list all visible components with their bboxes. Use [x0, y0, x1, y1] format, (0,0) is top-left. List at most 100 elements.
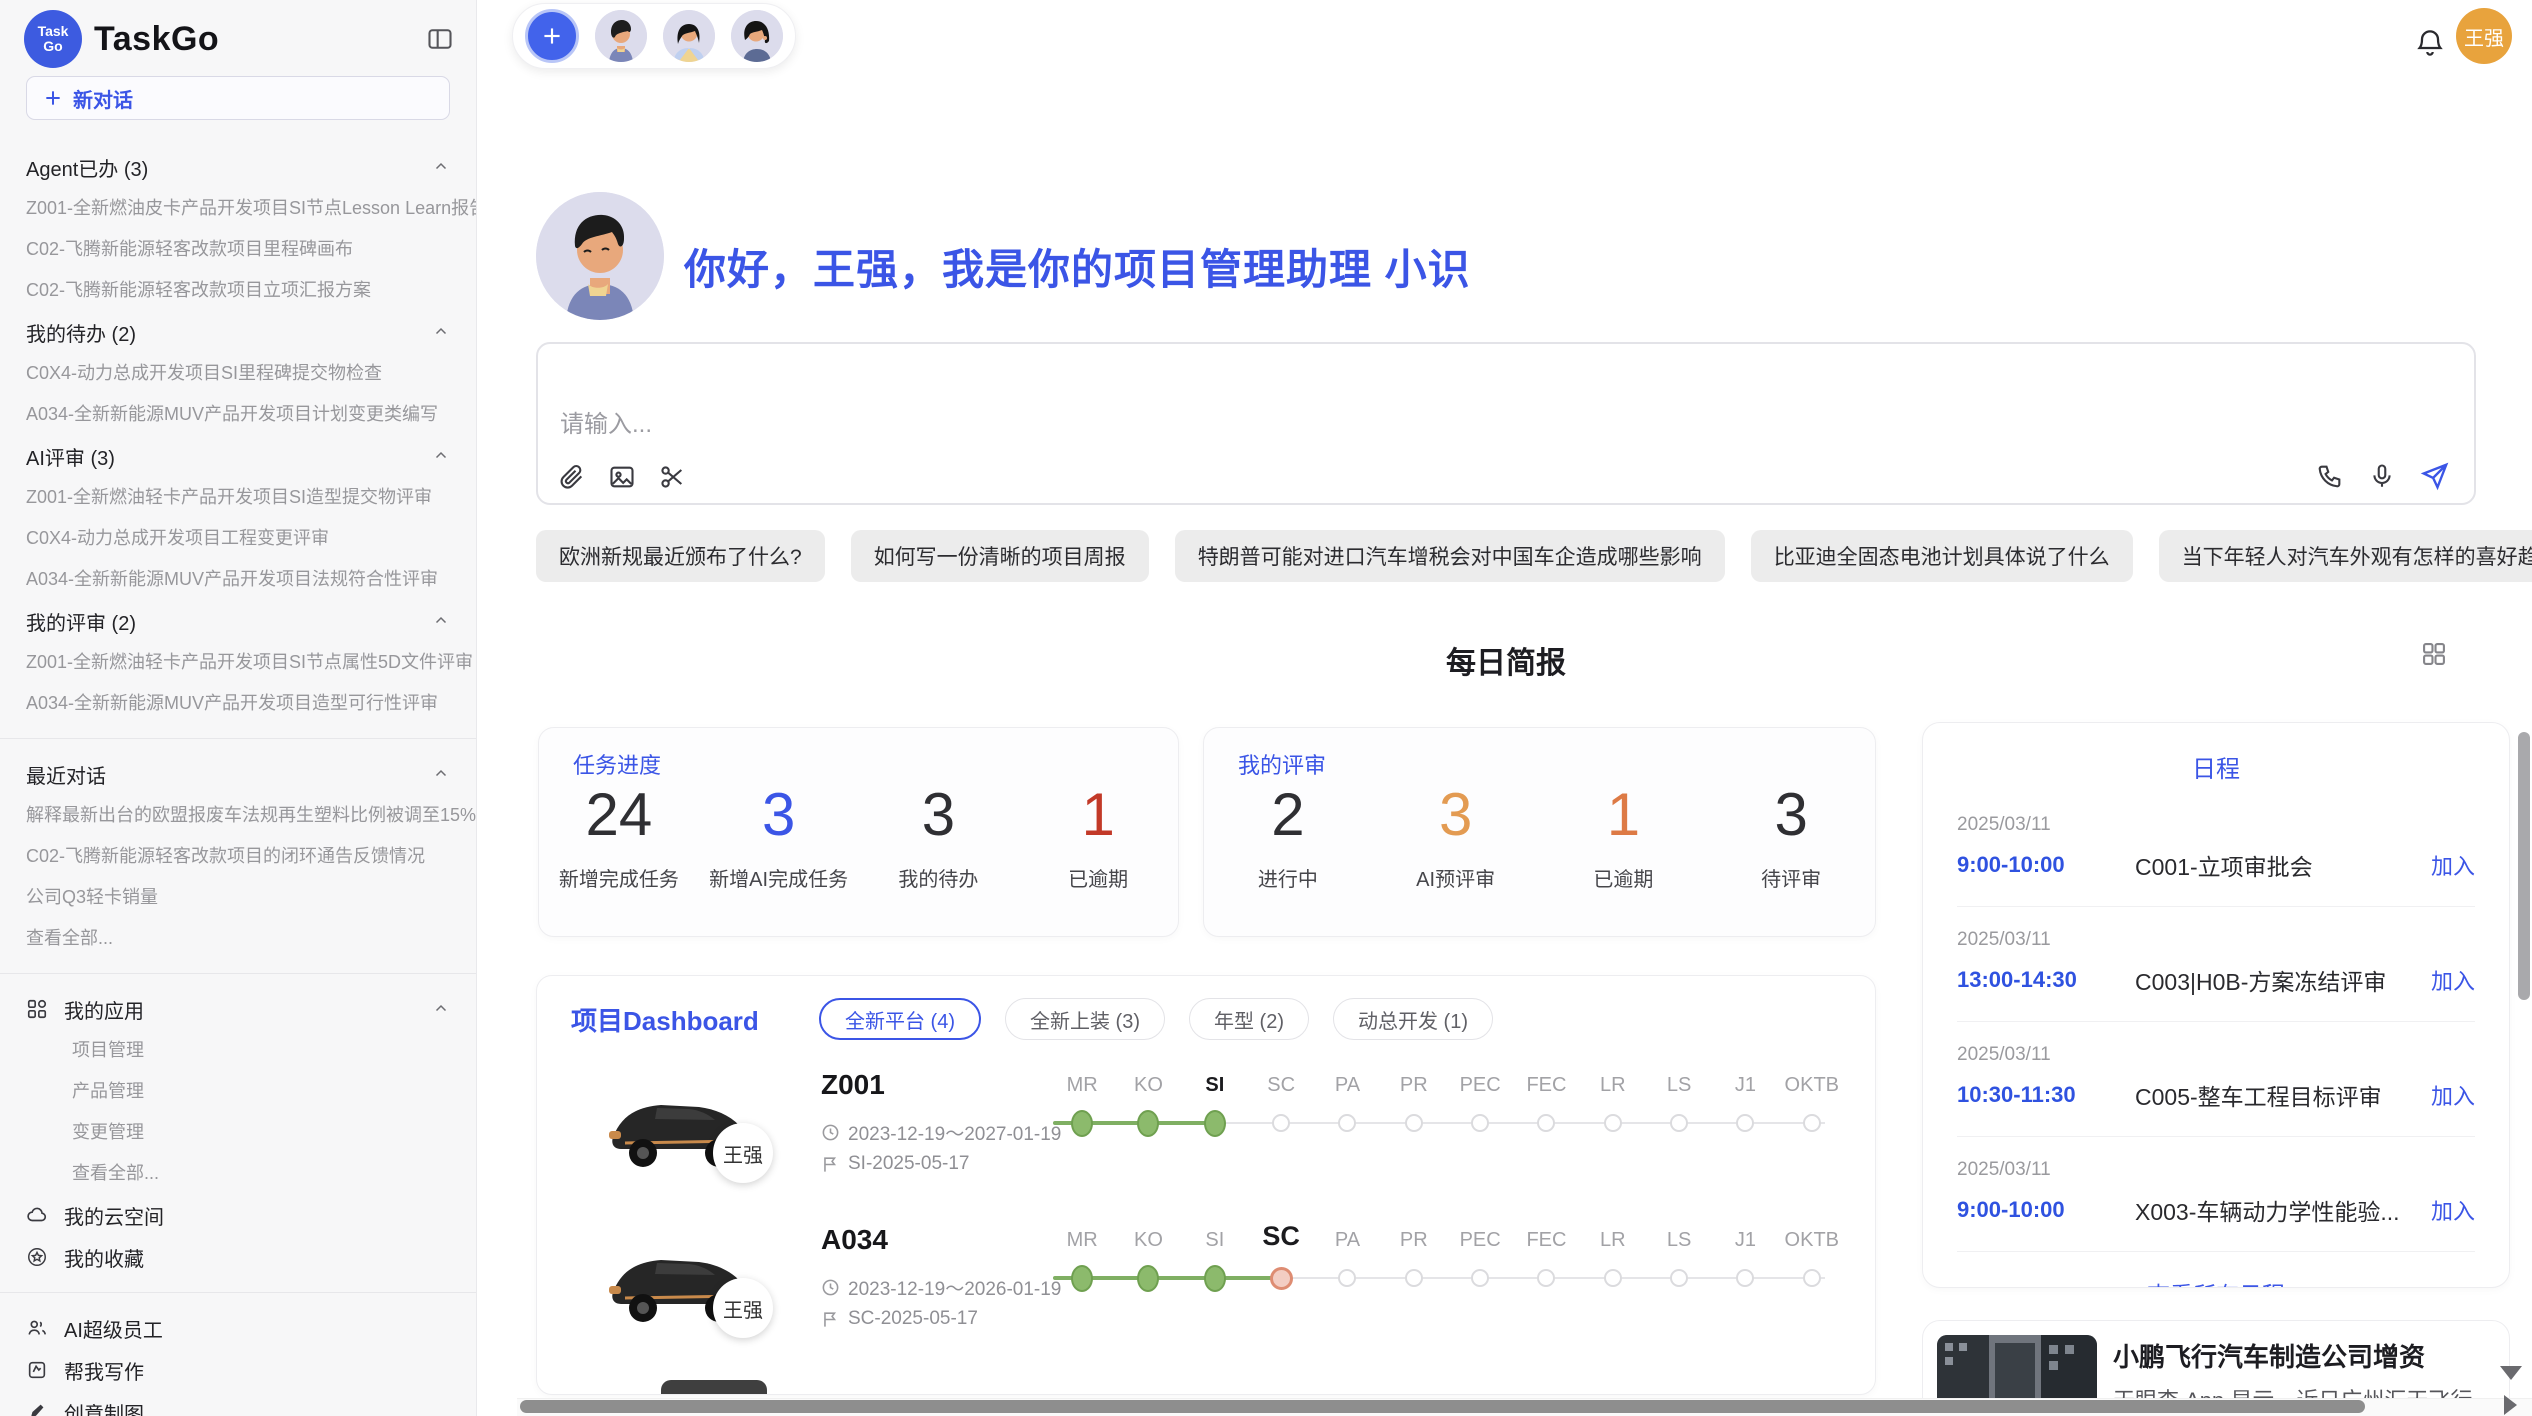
- chat-input[interactable]: 请输入...: [536, 342, 2476, 505]
- project-owner-badge: 王强: [713, 1123, 773, 1183]
- sidebar-item[interactable]: C0X4-动力总成开发项目SI里程碑提交物检查: [0, 353, 476, 394]
- sidebar-item[interactable]: A034-全新新能源MUV产品开发项目造型可行性评审: [0, 683, 476, 724]
- app-link[interactable]: 变更管理: [0, 1112, 476, 1153]
- app-link[interactable]: 产品管理: [0, 1071, 476, 1112]
- microphone-icon[interactable]: [2368, 462, 2396, 490]
- project-flag-date: SI-2025-05-17: [821, 1153, 969, 1175]
- horizontal-scrollbar-thumb[interactable]: [520, 1400, 2365, 1413]
- chevron-up-icon: [432, 323, 450, 341]
- milestone-node: [1670, 1114, 1688, 1132]
- dashboard-tab[interactable]: 全新平台 (4): [819, 998, 981, 1040]
- join-link[interactable]: 加入: [2431, 1194, 2475, 1226]
- suggestion-chip[interactable]: 特朗普可能对进口汽车增税会对中国车企造成哪些影响: [1175, 530, 1725, 582]
- sidebar-item[interactable]: C0X4-动力总成开发项目工程变更评审: [0, 518, 476, 559]
- new-chat-button[interactable]: 新对话: [26, 76, 450, 120]
- event-date: 2025/03/11: [1957, 929, 2475, 951]
- event-date: 2025/03/11: [1957, 814, 2475, 836]
- schedule-event[interactable]: 2025/03/11 9:00-10:00 X003-车辆动力学性能验... 加…: [1957, 1137, 2475, 1252]
- sidebar-item[interactable]: C02-飞腾新能源轻客改款项目里程碑画布: [0, 229, 476, 270]
- clock-icon: [821, 1278, 840, 1297]
- stat-label: 我的待办: [898, 863, 978, 892]
- join-link[interactable]: 加入: [2431, 1079, 2475, 1111]
- collapse-sidebar-icon[interactable]: [426, 25, 454, 53]
- sidebar-item[interactable]: Z001-全新燃油轻卡产品开发项目SI节点属性5D文件评审: [0, 642, 476, 683]
- sidebar-section-ai-review[interactable]: AI评审 (3): [0, 435, 476, 477]
- milestone-node: [1071, 1110, 1093, 1137]
- schedule-event[interactable]: 2025/03/11 9:00-10:00 C001-立项审批会 加入: [1957, 792, 2475, 907]
- milestone-label: FEC: [1513, 1063, 1579, 1101]
- recent-chat-item[interactable]: 查看全部...: [0, 918, 476, 959]
- image-icon[interactable]: [608, 463, 636, 491]
- scissors-icon[interactable]: [658, 463, 686, 491]
- sidebar-item[interactable]: Z001-全新燃油轻卡产品开发项目SI造型提交物评审: [0, 477, 476, 518]
- suggestion-chip[interactable]: 欧洲新规最近颁布了什么?: [536, 530, 825, 582]
- agent-avatar-1[interactable]: [595, 10, 647, 62]
- sidebar-ai-staff[interactable]: AI超级员工: [0, 1307, 476, 1349]
- app-title: TaskGo: [94, 20, 426, 59]
- recent-chat-item[interactable]: 公司Q3轻卡销量: [0, 877, 476, 918]
- sidebar-section-recent[interactable]: 最近对话: [0, 753, 476, 795]
- vertical-scrollbar-thumb[interactable]: [2518, 732, 2530, 1000]
- add-agent-button[interactable]: [525, 9, 579, 63]
- view-all-schedule-link[interactable]: 查看所有日程: [1923, 1276, 2509, 1288]
- sidebar-help-write[interactable]: 帮我写作: [0, 1349, 476, 1391]
- write-icon: [26, 1359, 48, 1381]
- sidebar-section-my-review[interactable]: 我的评审 (2): [0, 600, 476, 642]
- dashboard-title: 项目Dashboard: [571, 1001, 819, 1038]
- stat-label: 已逾期: [1593, 863, 1653, 892]
- app-link[interactable]: 查看全部...: [0, 1153, 476, 1194]
- suggestion-chip[interactable]: 当下年轻人对汽车外观有怎样的喜好趋势: [2159, 530, 2532, 582]
- project-row[interactable]: 王强 Z001 2023-12-19～2027-01-19 SI-2025-05…: [537, 1061, 1876, 1211]
- project-code: A034: [821, 1224, 888, 1256]
- paperclip-icon[interactable]: [558, 463, 586, 491]
- send-icon[interactable]: [2420, 461, 2450, 491]
- schedule-event[interactable]: 2025/03/11 13:00-14:30 C003|H0B-方案冻结评审 加…: [1957, 907, 2475, 1022]
- recent-chat-item[interactable]: 解释最新出台的欧盟报废车法规再生塑料比例被调至15%...: [0, 795, 476, 836]
- scroll-down-arrow[interactable]: [2500, 1366, 2522, 1380]
- join-link[interactable]: 加入: [2431, 849, 2475, 881]
- event-date: 2025/03/11: [1957, 1159, 2475, 1181]
- project-row[interactable]: 王强 A034 2023-12-19～2026-01-19 SC-2025-05…: [537, 1216, 1876, 1366]
- milestone-node: [1537, 1269, 1555, 1287]
- schedule-event[interactable]: 2025/03/11 10:30-11:30 C005-整车工程目标评审 加入: [1957, 1022, 2475, 1137]
- stat: 1 已逾期: [1018, 780, 1178, 892]
- milestone-label: LR: [1580, 1063, 1646, 1101]
- sidebar-favorites[interactable]: 我的收藏: [0, 1236, 476, 1278]
- stat-value: 1: [1081, 780, 1114, 849]
- agent-avatar-3[interactable]: [731, 10, 783, 62]
- agent-avatar-2[interactable]: [663, 10, 715, 62]
- recent-chat-item[interactable]: C02-飞腾新能源轻客改款项目的闭环通告反馈情况: [0, 836, 476, 877]
- scroll-right-arrow[interactable]: [2504, 1395, 2517, 1415]
- suggestion-chip[interactable]: 比亚迪全固态电池计划具体说了什么: [1751, 530, 2133, 582]
- sidebar-creative-draw[interactable]: 创意制图: [0, 1391, 476, 1416]
- layout-grid-icon[interactable]: [2420, 640, 2448, 673]
- app-link[interactable]: 项目管理: [0, 1030, 476, 1071]
- milestone-label: PEC: [1447, 1218, 1513, 1256]
- suggestion-chips: 欧洲新规最近颁布了什么? 如何写一份清晰的项目周报特朗普可能对进口汽车增税会对中国…: [536, 530, 2480, 582]
- sidebar-item[interactable]: A034-全新新能源MUV产品开发项目法规符合性评审: [0, 559, 476, 600]
- join-link[interactable]: 加入: [2431, 964, 2475, 996]
- sidebar-my-apps[interactable]: 我的应用: [0, 988, 476, 1030]
- sidebar-section-agent-done[interactable]: Agent已办 (3): [0, 146, 476, 188]
- agent-quickbar: [512, 3, 796, 69]
- stat: 3 我的待办: [859, 780, 1019, 892]
- user-avatar[interactable]: 王强: [2456, 8, 2512, 64]
- sidebar-section-my-todo[interactable]: 我的待办 (2): [0, 311, 476, 353]
- notifications-bell-icon[interactable]: [2414, 26, 2446, 63]
- stat: 1 已逾期: [1540, 780, 1708, 892]
- milestone-label: SC: [1248, 1063, 1314, 1101]
- event-name: C005-整车工程目标评审: [2135, 1078, 2431, 1112]
- dashboard-tab[interactable]: 动总开发 (1): [1333, 998, 1493, 1040]
- card-title: 我的评审: [1238, 748, 1326, 780]
- sidebar-item[interactable]: C02-飞腾新能源轻客改款项目立项汇报方案: [0, 270, 476, 311]
- dashboard-tab[interactable]: 全新上装 (3): [1005, 998, 1165, 1040]
- project-dates: 2023-12-19～2027-01-19: [821, 1119, 1061, 1146]
- sidebar-item[interactable]: A034-全新新能源MUV产品开发项目计划变更类编写: [0, 394, 476, 435]
- milestone-node: [1270, 1267, 1293, 1290]
- sidebar-cloud-space[interactable]: 我的云空间: [0, 1194, 476, 1236]
- phone-icon[interactable]: [2316, 462, 2344, 490]
- suggestion-chip[interactable]: 如何写一份清晰的项目周报: [851, 530, 1149, 582]
- dashboard-tab[interactable]: 年型 (2): [1189, 998, 1309, 1040]
- task-progress-card: 任务进度 24 新增完成任务 3 新增AI完成任务 3 我的待办 1 已逾期: [538, 727, 1179, 937]
- sidebar-item[interactable]: Z001-全新燃油皮卡产品开发项目SI节点Lesson Learn报告: [0, 188, 476, 229]
